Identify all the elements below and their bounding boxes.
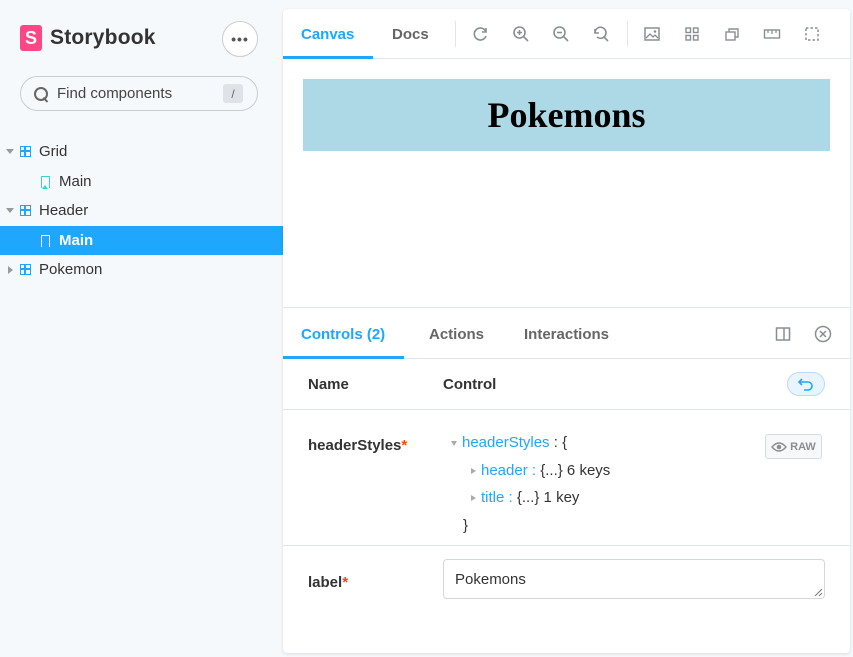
- label-value[interactable]: Pokemons: [455, 571, 526, 588]
- resize-handle-icon[interactable]: [814, 588, 822, 596]
- sidebar-item-header[interactable]: Header: [0, 196, 283, 226]
- zoom-reset-icon[interactable]: [591, 24, 611, 44]
- eye-icon: [771, 441, 788, 452]
- caret-down-icon[interactable]: [6, 208, 14, 213]
- control-row-label: label* Pokemons: [283, 546, 850, 653]
- brand[interactable]: S Storybook: [20, 25, 156, 51]
- sidebar-item-label: Grid: [39, 143, 68, 161]
- undo-icon: [798, 378, 813, 391]
- prop-name-text: label: [308, 574, 343, 591]
- sidebar-item-label: Main: [59, 172, 92, 190]
- background-icon[interactable]: [642, 24, 662, 44]
- raw-toggle-button[interactable]: RAW: [765, 434, 822, 459]
- sidebar-item-pokemon[interactable]: Pokemon: [0, 255, 283, 285]
- tab-controls[interactable]: Controls (2): [283, 309, 405, 359]
- tab-canvas[interactable]: Canvas: [283, 9, 373, 59]
- json-sep: :: [504, 489, 517, 506]
- json-child-header[interactable]: header : {...} 6 keys: [451, 457, 610, 485]
- toolbar: Canvas Docs: [283, 9, 850, 59]
- close-panel-icon[interactable]: [813, 324, 833, 344]
- prop-name: label*: [308, 574, 348, 591]
- tab-interactions[interactable]: Interactions: [524, 309, 609, 359]
- component-icon: [20, 264, 31, 275]
- outline-icon[interactable]: [802, 24, 822, 44]
- object-editor[interactable]: headerStyles : { header : {...} 6 keys t…: [451, 429, 610, 539]
- reset-controls-button[interactable]: [787, 372, 825, 396]
- bookmark-icon: [41, 234, 50, 248]
- sidebar-item-label: Main: [59, 231, 94, 249]
- json-count: 6 keys: [562, 461, 611, 479]
- reload-icon[interactable]: [471, 24, 491, 44]
- caret-down-icon[interactable]: [6, 149, 14, 154]
- json-value: {...}: [540, 461, 563, 479]
- json-sep: :: [527, 461, 541, 479]
- search-input[interactable]: [57, 85, 207, 102]
- sidebar-item-grid-main[interactable]: Main: [0, 167, 283, 197]
- caret-right-icon[interactable]: [8, 266, 13, 274]
- expand-icon[interactable]: [471, 467, 476, 474]
- control-row-headerstyles: headerStyles* headerStyles : { header : …: [283, 410, 850, 546]
- sidebar-item-label: Pokemon: [39, 261, 103, 279]
- column-name: Name: [308, 376, 349, 393]
- json-root[interactable]: headerStyles : {: [451, 429, 610, 457]
- panel-orientation-icon[interactable]: [773, 324, 793, 344]
- json-child-title[interactable]: title : {...} 1 key: [451, 484, 610, 512]
- zoom-in-icon[interactable]: [511, 24, 531, 44]
- prop-name: headerStyles*: [308, 437, 407, 454]
- sidebar-item-label: Header: [39, 202, 89, 220]
- addons-tabbar: Controls (2) Actions Interactions: [283, 309, 850, 359]
- search-box[interactable]: /: [20, 76, 258, 111]
- tab-actions[interactable]: Actions: [429, 309, 484, 359]
- sidebar-item-grid[interactable]: Grid: [0, 137, 283, 167]
- preview-title: Pokemons: [487, 95, 646, 135]
- component-tree: Grid Main Header Main Pokemon: [0, 137, 283, 285]
- measure-icon[interactable]: [762, 24, 782, 44]
- json-count: 1 key: [539, 489, 580, 506]
- expand-icon[interactable]: [471, 495, 476, 502]
- json-key[interactable]: title: [481, 489, 504, 506]
- prop-name-text: headerStyles: [308, 437, 402, 454]
- brand-name: Storybook: [50, 26, 156, 49]
- json-root-open: : {: [549, 434, 568, 451]
- column-control: Control: [443, 376, 497, 393]
- label-textarea[interactable]: Pokemons: [443, 559, 825, 599]
- json-key[interactable]: header: [481, 462, 528, 479]
- viewport-icon[interactable]: [722, 24, 742, 44]
- tab-docs[interactable]: Docs: [392, 9, 429, 59]
- component-icon: [20, 205, 31, 216]
- menu-button[interactable]: •••: [222, 21, 258, 57]
- json-value: {...}: [516, 489, 540, 506]
- sidebar: S Storybook ••• / Grid Main Header Main: [0, 0, 283, 657]
- collapse-icon[interactable]: [451, 440, 457, 446]
- sidebar-item-header-main[interactable]: Main: [0, 225, 283, 255]
- raw-label: RAW: [790, 440, 816, 453]
- search-icon: [33, 86, 49, 102]
- json-root-key[interactable]: headerStyles: [462, 434, 550, 451]
- zoom-out-icon[interactable]: [551, 24, 571, 44]
- story-canvas: Pokemons: [283, 59, 850, 308]
- toolbar-divider: [455, 21, 456, 47]
- json-close: }: [463, 516, 469, 534]
- required-marker: *: [342, 574, 349, 591]
- ellipsis-icon: •••: [231, 31, 249, 47]
- main-panel: Canvas Docs Pokemons Controls (2) Action…: [283, 9, 850, 653]
- component-icon: [20, 146, 31, 157]
- bookmark-icon: [41, 175, 50, 189]
- toolbar-divider: [627, 21, 628, 47]
- required-marker: *: [401, 437, 408, 454]
- controls-table-header: Name Control: [283, 359, 850, 410]
- search-shortcut-key: /: [223, 84, 243, 103]
- grid-icon[interactable]: [682, 24, 702, 44]
- storybook-logo-icon: S: [20, 25, 42, 51]
- preview-header: Pokemons: [303, 79, 830, 151]
